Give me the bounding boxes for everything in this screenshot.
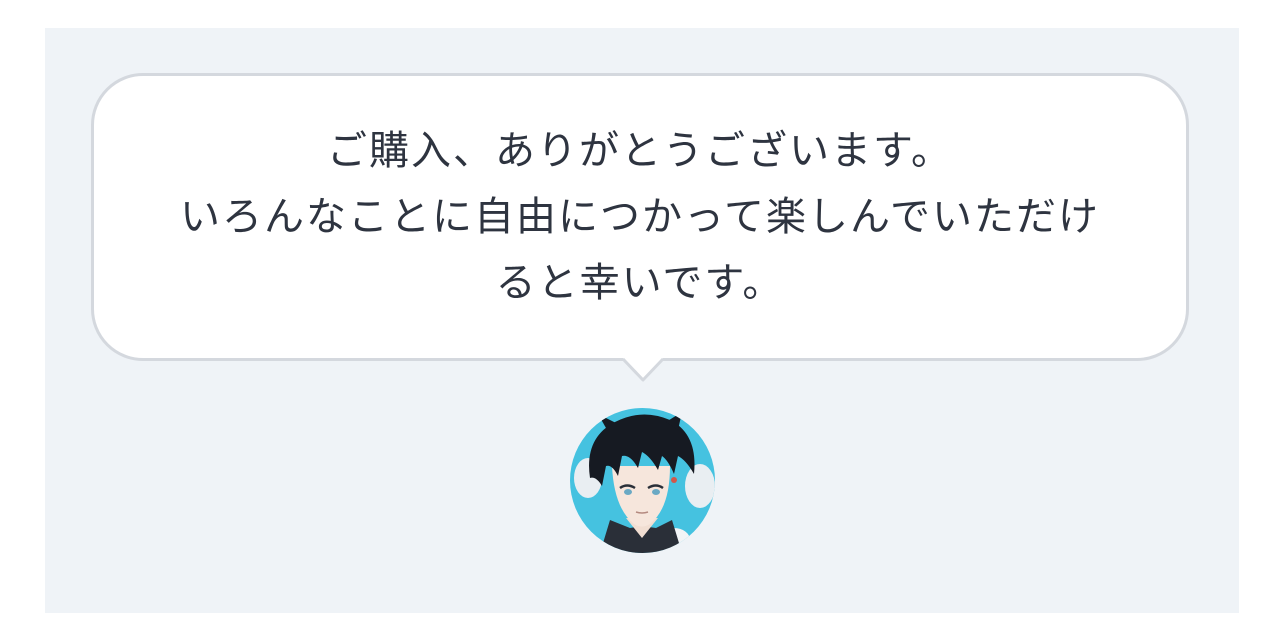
illustrated-avatar-icon — [570, 408, 715, 553]
message-line-1: ご購入、ありがとうございます。 — [327, 128, 953, 174]
message-line-3: ると幸いです。 — [495, 260, 785, 306]
creator-avatar[interactable] — [570, 408, 715, 553]
thank-you-panel: ご購入、ありがとうございます。 いろんなことに自由につかって楽しんでいただけ る… — [45, 28, 1239, 613]
speech-bubble: ご購入、ありがとうございます。 いろんなことに自由につかって楽しんでいただけ る… — [91, 73, 1189, 361]
speech-bubble-tail — [623, 358, 663, 382]
message-line-2: いろんなことに自由につかって楽しんでいただけ — [180, 194, 1100, 240]
thank-you-message: ご購入、ありがとうございます。 いろんなことに自由につかって楽しんでいただけ る… — [140, 118, 1140, 316]
